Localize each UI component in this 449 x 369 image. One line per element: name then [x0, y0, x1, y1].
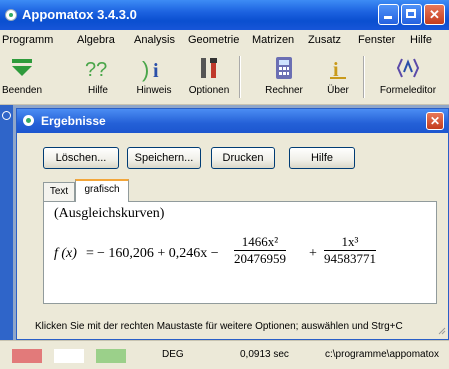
menu-geometrie[interactable]: Geometrie	[188, 34, 239, 46]
hilfe-label: Hilfe	[87, 85, 108, 96]
result-panel[interactable]: (Ausgleichskurven) f (x) = − 160,206 + 0…	[43, 201, 437, 304]
tab-grafisch[interactable]: grafisch	[75, 179, 129, 202]
menu-analysis[interactable]: Analysis	[134, 34, 175, 46]
toolbar-separator	[363, 56, 365, 98]
results-close-button[interactable]: ✕	[426, 112, 444, 130]
help-icon: ??	[85, 59, 107, 81]
arrow-down-icon	[12, 59, 32, 76]
rechner-label: Rechner	[265, 85, 303, 96]
menu-matrizen[interactable]: Matrizen	[252, 34, 294, 46]
toolbar-separator	[239, 56, 241, 98]
status-swatch-red	[12, 349, 42, 363]
title-bar: Appomatox 3.4.3.0 ✕	[0, 0, 449, 30]
fraction-2-denominator: 94583771	[324, 251, 376, 266]
loeschen-button[interactable]: Löschen...	[43, 147, 119, 169]
hint-icon: ) i	[142, 57, 159, 82]
drucken-button[interactable]: Drucken	[211, 147, 275, 169]
hint-text: Klicken Sie mit der rechten Maustaste fü…	[35, 321, 403, 332]
app-icon	[5, 9, 17, 21]
resize-grip-icon[interactable]	[436, 325, 446, 335]
results-window-icon	[23, 115, 34, 126]
status-mode: DEG	[162, 349, 184, 360]
hilfe-dialog-button[interactable]: Hilfe	[289, 147, 355, 169]
tab-text[interactable]: Text	[43, 182, 75, 201]
beenden-button[interactable]: Beenden	[2, 50, 42, 104]
optionen-button[interactable]: Optionen	[186, 50, 232, 104]
maximize-button[interactable]	[401, 4, 422, 25]
formula-fraction-1: 1466x² 20476959	[234, 234, 286, 267]
tools-icon	[201, 58, 217, 78]
hinweis-button[interactable]: ) i Hinweis	[132, 50, 176, 104]
minimize-button[interactable]	[378, 4, 399, 25]
svg-text:): )	[142, 57, 149, 82]
svg-text:i: i	[153, 60, 159, 82]
formula-plus: +	[309, 246, 317, 261]
result-heading: (Ausgleichskurven)	[54, 206, 165, 221]
svg-text:??: ??	[85, 59, 107, 81]
hinweis-label: Hinweis	[136, 85, 172, 96]
menu-bar: Programm Algebra Analysis Geometrie Matr…	[0, 30, 449, 50]
formula-fraction-2: 1x³ 94583771	[324, 234, 376, 267]
menu-algebra[interactable]: Algebra	[77, 34, 115, 46]
formula-term: − 160,206 + 0,246x −	[97, 246, 219, 261]
beenden-label: Beenden	[2, 85, 43, 96]
window-icon	[2, 111, 11, 120]
results-title-bar[interactable]: Ergebnisse ✕	[17, 109, 448, 133]
formula: f (x) = − 160,206 + 0,246x − 1466x² 2047…	[54, 230, 434, 290]
formeleditor-label: Formeleditor	[379, 85, 437, 96]
speichern-button[interactable]: Speichern...	[127, 147, 201, 169]
optionen-label: Optionen	[188, 85, 230, 96]
status-time: 0,0913 sec	[240, 349, 289, 360]
close-button[interactable]: ✕	[424, 4, 445, 25]
formula-equals: =	[86, 246, 94, 261]
ueber-button[interactable]: i Über	[320, 50, 356, 104]
info-icon: i	[330, 59, 346, 81]
fraction-2-numerator: 1x³	[324, 234, 376, 251]
toolbar: Beenden ?? Hilfe ) i Hinweis Optionen Re…	[0, 50, 449, 105]
window-title: Appomatox 3.4.3.0	[22, 7, 137, 22]
hilfe-button[interactable]: ?? Hilfe	[78, 50, 118, 104]
status-swatch-green	[96, 349, 126, 363]
status-swatch-white	[54, 349, 84, 363]
minimized-window-strip[interactable]	[0, 105, 13, 340]
status-bar: DEG 0,0913 sec c:\programme\appomatox	[0, 340, 449, 369]
fraction-1-numerator: 1466x²	[234, 234, 286, 251]
formula-editor-icon	[396, 58, 420, 78]
formeleditor-button[interactable]: Formeleditor	[370, 50, 446, 104]
menu-hilfe[interactable]: Hilfe	[410, 34, 432, 46]
results-title: Ergebnisse	[41, 114, 106, 128]
menu-programm[interactable]: Programm	[2, 34, 53, 46]
menu-fenster[interactable]: Fenster	[358, 34, 395, 46]
formula-lhs: f (x)	[54, 246, 77, 261]
results-window: Ergebnisse ✕ Löschen... Speichern... Dru…	[16, 108, 449, 340]
rechner-button[interactable]: Rechner	[262, 50, 306, 104]
calculator-icon	[276, 57, 292, 79]
ueber-label: Über	[327, 85, 349, 96]
fraction-1-denominator: 20476959	[234, 251, 286, 266]
menu-zusatz[interactable]: Zusatz	[308, 34, 341, 46]
status-path: c:\programme\appomatox	[325, 349, 439, 360]
